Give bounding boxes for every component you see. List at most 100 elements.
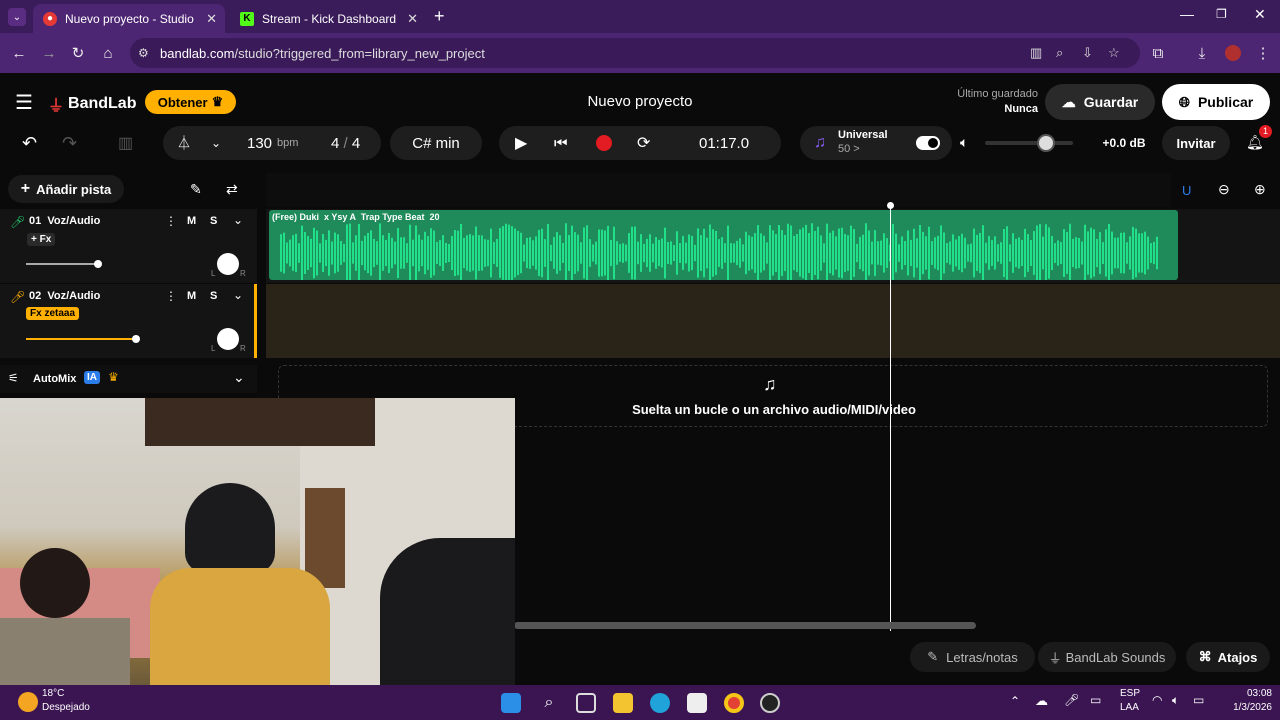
mixer-icon[interactable]: ▥	[118, 133, 133, 153]
battery-icon[interactable]: ▭	[1193, 693, 1204, 707]
back-icon[interactable]: ←	[4, 33, 34, 73]
chevron-down-icon[interactable]: ⌄	[233, 213, 243, 227]
master-volume-slider[interactable]	[985, 134, 1073, 152]
downloads-icon[interactable]: ⤓	[1187, 33, 1217, 73]
publish-button[interactable]: 🌐︎ Publicar	[1162, 84, 1270, 120]
save-button[interactable]: ☁ Guardar	[1045, 84, 1155, 120]
solo-button[interactable]: S	[210, 215, 217, 227]
pan-knob[interactable]	[217, 253, 239, 275]
redo-icon[interactable]: ↷	[62, 133, 77, 154]
forward-icon[interactable]: →	[34, 33, 64, 73]
key-selector[interactable]: C# min	[390, 126, 482, 160]
lang-layout[interactable]: LAA	[1120, 702, 1139, 713]
site-info-icon[interactable]: ⚙	[138, 46, 149, 60]
chrome-icon[interactable]	[724, 693, 744, 713]
reader-icon[interactable]: ▥	[1030, 45, 1042, 61]
volume-handle[interactable]	[132, 335, 140, 343]
tab-bandlab[interactable]: ● Nuevo proyecto - Studio ✕	[33, 4, 225, 33]
tempo-value[interactable]: 130	[247, 135, 272, 152]
store-icon[interactable]	[687, 693, 707, 713]
obs-icon[interactable]	[760, 693, 780, 713]
snap-magnet-icon[interactable]: U	[1182, 183, 1191, 198]
chevron-down-icon[interactable]: ⌄	[211, 136, 221, 150]
display-icon[interactable]: ▭	[1090, 693, 1101, 707]
weather-icon[interactable]	[18, 692, 38, 712]
playhead-dot[interactable]	[887, 202, 894, 209]
volume-slider[interactable]	[26, 260, 102, 268]
weather-desc[interactable]: Despejado	[42, 702, 90, 713]
chevron-up-icon[interactable]: ⌃	[1010, 694, 1020, 708]
playhead[interactable]	[890, 203, 891, 631]
close-icon[interactable]: ✕	[407, 11, 418, 27]
volume-slider[interactable]	[26, 335, 140, 343]
mute-button[interactable]: M	[187, 290, 196, 302]
pen-tool-icon[interactable]: ✎	[190, 181, 202, 198]
clock-time[interactable]: 03:08	[1232, 688, 1272, 699]
volume-handle[interactable]	[1037, 134, 1055, 152]
instrument-toggle[interactable]	[916, 136, 940, 150]
mute-button[interactable]: M	[187, 215, 196, 227]
fx-button[interactable]: + Fx	[27, 233, 56, 246]
instrument-selector[interactable]: ♫ Universal 50 >	[800, 126, 952, 160]
timeline-ruler[interactable]	[266, 173, 1171, 207]
minimize-icon[interactable]: —	[1180, 6, 1194, 22]
url-field[interactable]: ⚙ bandlab.com/studio?triggered_from=libr…	[130, 38, 1140, 68]
tab-search-icon[interactable]: ⌄	[8, 8, 26, 26]
undo-icon[interactable]: ↶	[22, 133, 37, 154]
close-icon[interactable]: ✕	[206, 11, 217, 27]
tab-kick[interactable]: K Stream - Kick Dashboard ✕	[230, 4, 426, 33]
chevron-down-icon[interactable]: ⌄	[233, 369, 245, 386]
onedrive-icon[interactable]: ☁	[1035, 693, 1048, 709]
bookmark-star-icon[interactable]: ☆	[1108, 45, 1120, 61]
home-icon[interactable]: ⌂	[93, 33, 123, 73]
shortcuts-button[interactable]: ⌘ Atajos	[1186, 642, 1270, 672]
wifi-icon[interactable]: ◠	[1152, 693, 1162, 707]
automix-row[interactable]: ⚟ AutoMix IA ♛ ⌄	[0, 365, 257, 393]
clock-date[interactable]: 1/3/2026	[1216, 702, 1272, 713]
volume-tray-icon[interactable]: 🔈︎	[1172, 693, 1179, 708]
track-header-2[interactable]: 🎤︎ 02 Voz/Audio ⋮ M S ⌄ Fx zetaaa L R	[0, 284, 257, 358]
add-track-button[interactable]: + Añadir pista	[8, 175, 124, 203]
lyrics-button[interactable]: ✎ Letras/notas	[910, 642, 1035, 672]
track-name[interactable]: 02 Voz/Audio	[29, 290, 100, 302]
zoom-in-icon[interactable]: ⊕	[1254, 181, 1266, 198]
play-icon[interactable]: ▶	[515, 133, 527, 153]
metronome-icon[interactable]: ⏃	[177, 133, 191, 153]
horizontal-scrollbar[interactable]	[514, 622, 976, 629]
new-tab-icon[interactable]: +	[434, 6, 445, 27]
track-header-1[interactable]: 🎤︎ 01 Voz/Audio ⋮ M S ⌄ + Fx L R	[0, 209, 257, 283]
audio-clip[interactable]: (Free) Duki x Ysy A Trap Type Beat 20	[269, 210, 1178, 280]
zoom-out-icon[interactable]: ⊖	[1218, 181, 1230, 198]
reload-icon[interactable]: ↻	[63, 33, 93, 73]
record-icon[interactable]	[596, 135, 612, 151]
hamburger-icon[interactable]: ☰	[15, 90, 33, 115]
bandlab-sounds-button[interactable]: ⏚ BandLab Sounds	[1038, 642, 1176, 672]
profile-avatar[interactable]	[1218, 33, 1248, 73]
track-name[interactable]: 01 Voz/Audio	[29, 215, 100, 227]
track-menu-icon[interactable]: ⋮	[165, 289, 177, 303]
edge-icon[interactable]	[650, 693, 670, 713]
chevron-down-icon[interactable]: ⌄	[233, 288, 243, 302]
search-icon[interactable]: ⌕	[539, 693, 559, 713]
mic-tray-icon[interactable]: 🎤︎	[1064, 693, 1079, 707]
time-signature[interactable]: 4 / 4	[331, 135, 360, 152]
skip-back-icon[interactable]: ⏮	[554, 135, 568, 152]
extensions-icon[interactable]: ⧉	[1143, 33, 1173, 73]
file-explorer-icon[interactable]	[613, 693, 633, 713]
loop-icon[interactable]: ⟳	[637, 133, 650, 153]
speaker-icon[interactable]: 🔈︎	[960, 134, 968, 151]
pan-knob[interactable]	[217, 328, 239, 350]
restore-icon[interactable]: ❐	[1216, 7, 1227, 21]
task-view-icon[interactable]	[576, 693, 596, 713]
settings-sliders-icon[interactable]: ⇄	[226, 181, 238, 198]
zoom-icon[interactable]: ⌕	[1056, 45, 1063, 61]
menu-dots-icon[interactable]: ⋮	[1248, 33, 1278, 73]
install-icon[interactable]: ⇩	[1082, 45, 1093, 61]
track-lane-2[interactable]	[266, 284, 1280, 358]
track-menu-icon[interactable]: ⋮	[165, 214, 177, 228]
weather-temp[interactable]: 18°C	[42, 688, 64, 699]
invite-button[interactable]: Invitar	[1162, 126, 1230, 160]
bandlab-logo[interactable]: ⏚ BandLab	[48, 92, 136, 116]
volume-handle[interactable]	[94, 260, 102, 268]
lang-code[interactable]: ESP	[1120, 688, 1140, 699]
